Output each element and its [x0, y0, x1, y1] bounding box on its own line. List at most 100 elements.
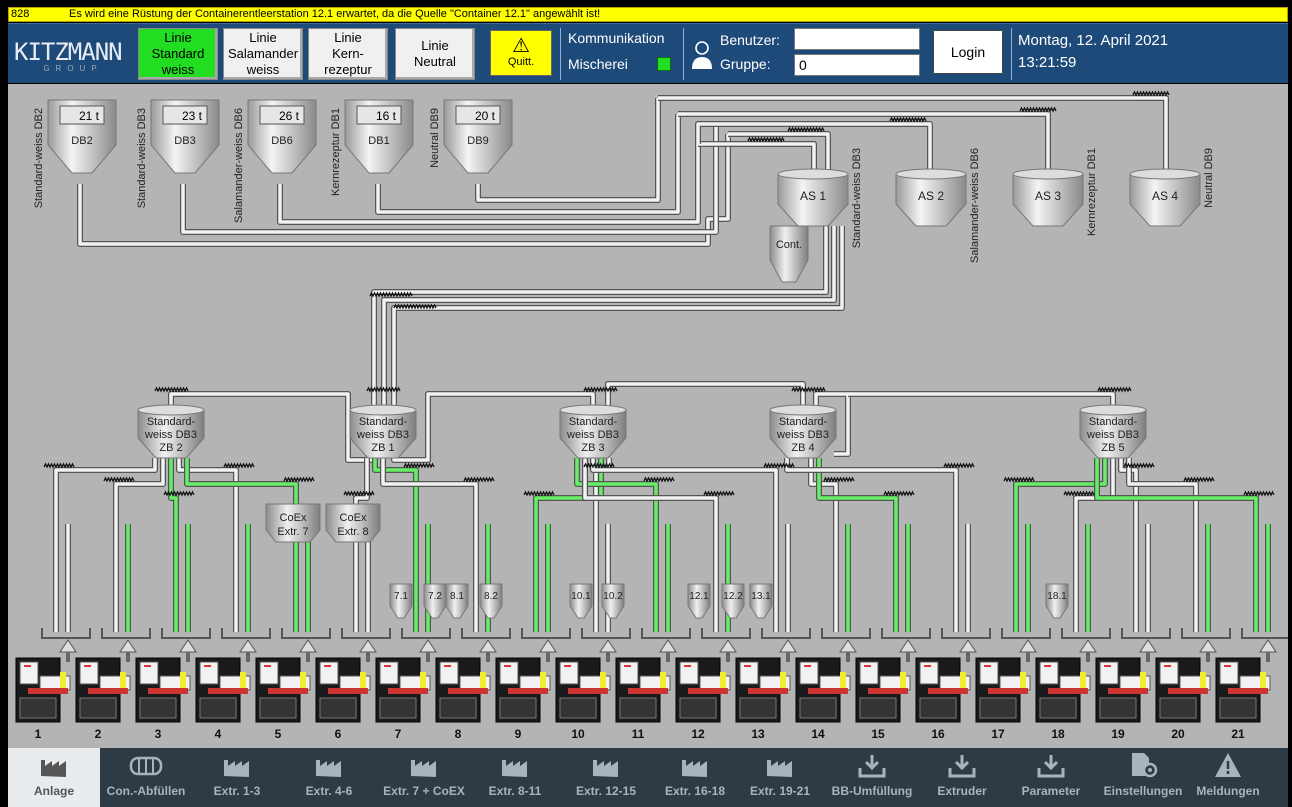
- nav-label: Extr. 1-3: [213, 784, 261, 798]
- nav-extr-4-6[interactable]: Extr. 4-6: [282, 748, 376, 807]
- daily-bin-zb3[interactable]: Standard-weiss DB3ZB 3: [559, 404, 627, 459]
- nav-parameter[interactable]: Parameter: [1004, 748, 1098, 807]
- daily-bin-text: ZB 5: [1101, 442, 1124, 454]
- extruder-number: 7: [395, 727, 402, 741]
- silo-level-value: 26 t: [279, 109, 300, 123]
- daily-bin-zb1[interactable]: Standard-weiss DB3ZB 1: [349, 404, 417, 459]
- factory-icon: [41, 760, 66, 777]
- small-container-label: 12.1: [689, 591, 709, 602]
- small-container-8-1[interactable]: 8.1: [445, 583, 469, 619]
- silo-label: DB6: [271, 135, 292, 147]
- communication-label: Kommunikation: [568, 30, 665, 46]
- small-container-label: 18.1: [1047, 591, 1067, 602]
- intermediate-silo-label: AS 3: [1035, 189, 1061, 203]
- nav-einstellungen[interactable]: Einstellungen: [1098, 748, 1188, 807]
- extruder-number: 6: [335, 727, 342, 741]
- extruder-number: 21: [1231, 727, 1245, 741]
- download-icon: [858, 755, 886, 778]
- alarm-line[interactable]: 828 Es wird eine Rüstung der Containerent…: [8, 7, 1288, 22]
- silo-db6[interactable]: 26 t DB6 Salamander-weiss DB6: [233, 99, 317, 223]
- silo-db2[interactable]: 21 t DB2 Standard-weiss DB2: [33, 99, 117, 208]
- logo-brand: KITZMANN: [14, 38, 123, 66]
- factory-icon: [411, 760, 436, 777]
- extruder-number: 1: [35, 727, 42, 741]
- nav-meldungen[interactable]: Meldungen: [1188, 748, 1268, 807]
- nav-extr-8-11[interactable]: Extr. 8-11: [472, 748, 558, 807]
- line-neutral-button[interactable]: Linie Neutral: [395, 28, 475, 80]
- nav-extr-16-18[interactable]: Extr. 16-18: [654, 748, 736, 807]
- small-container-label: 13.1: [751, 591, 771, 602]
- silo-db1[interactable]: 16 t DB1 Kernrezeptur DB1: [330, 99, 414, 196]
- factory-icon: [316, 760, 341, 777]
- alarm-text: Es wird eine Rüstung der Containerentlee…: [69, 8, 601, 20]
- line-kern-button[interactable]: Linie Kern- rezeptur: [308, 28, 388, 80]
- extruder-number: 8: [455, 727, 462, 741]
- small-container-13-1[interactable]: 13.1: [749, 583, 773, 619]
- intermediate-silo-label: AS 2: [918, 189, 944, 203]
- small-container-8-2[interactable]: 8.2: [479, 583, 503, 619]
- daily-bin-text: Standard-: [1089, 416, 1138, 428]
- daily-bin-zb2[interactable]: Standard-weiss DB3ZB 2: [137, 404, 205, 459]
- container-station[interactable]: Cont.: [769, 225, 809, 283]
- daily-bin-text: ZB 2: [159, 442, 182, 454]
- extruder-number: 19: [1111, 727, 1125, 741]
- small-container-label: 8.1: [450, 591, 464, 602]
- acknowledge-label: Quitt.: [507, 56, 535, 68]
- small-container-18-1[interactable]: 18.1: [1045, 583, 1069, 619]
- line-standard-button[interactable]: Linie Standard weiss: [138, 28, 218, 80]
- intermediate-silo-3[interactable]: AS 3 Kernrezeptur DB1: [1012, 148, 1098, 236]
- silo-material-label: Standard-weiss DB3: [136, 108, 148, 208]
- user-input[interactable]: [794, 28, 920, 50]
- user-label: Benutzer:: [720, 32, 780, 48]
- daily-bin-zb4[interactable]: Standard-weiss DB3ZB 4: [769, 404, 837, 459]
- silo-level-value: 21 t: [79, 109, 100, 123]
- nav-label: Parameter: [1021, 784, 1081, 798]
- daily-bin-text: weiss DB3: [1086, 429, 1139, 441]
- nav-extr-12-15[interactable]: Extr. 12-15: [558, 748, 654, 807]
- small-container-label: 10.1: [571, 591, 591, 602]
- nav-label: Extr. 7 + CoEX: [383, 784, 465, 798]
- acknowledge-button[interactable]: ⚠ Quitt.: [490, 30, 552, 76]
- nav-extr-1-3[interactable]: Extr. 1-3: [192, 748, 282, 807]
- extruder-21[interactable]: 21: [1215, 628, 1288, 741]
- daily-bin-text: Standard-: [569, 416, 618, 428]
- silo-label: DB3: [174, 135, 195, 147]
- mixer-label: Mischerei: [568, 56, 628, 72]
- daily-bin-text: Standard-: [359, 416, 408, 428]
- intermediate-silo-2[interactable]: AS 2 Salamander-weiss DB6: [895, 148, 981, 263]
- daily-bin-text: weiss DB3: [566, 429, 619, 441]
- factory-icon: [593, 760, 618, 777]
- silo-db9[interactable]: 20 t DB9 Neutral DB9: [429, 99, 513, 174]
- intermediate-silo-material-label: Neutral DB9: [1203, 148, 1215, 208]
- small-container-12-1[interactable]: 12.1: [687, 583, 711, 619]
- coex-tank-7[interactable]: CoEx Extr. 7: [265, 503, 321, 543]
- nav-extr-19-21[interactable]: Extr. 19-21: [736, 748, 824, 807]
- factory-icon: [682, 760, 707, 777]
- nav-extr-7-coex[interactable]: Extr. 7 + CoEX: [376, 748, 472, 807]
- line-salamander-button[interactable]: Linie Salamander weiss: [223, 28, 303, 80]
- daily-bin-text: weiss DB3: [144, 429, 197, 441]
- header: KITZMANN GROUP Linie Standard weiss Lini…: [8, 23, 1288, 83]
- time-display: 13:21:59: [1018, 54, 1077, 71]
- small-container-label: 7.1: [394, 591, 408, 602]
- intermediate-silo-label: AS 1: [800, 189, 826, 203]
- coex-label: CoEx: [280, 512, 307, 524]
- nav-label: Anlage: [33, 784, 74, 798]
- silo-db3[interactable]: 23 t DB3 Standard-weiss DB3: [136, 99, 220, 208]
- small-container-7-1[interactable]: 7.1: [389, 583, 413, 619]
- extruder-number: 16: [931, 727, 945, 741]
- user-icon: [692, 41, 712, 69]
- daily-bin-zb5[interactable]: Standard-weiss DB3ZB 5: [1079, 404, 1147, 459]
- plant-overview: 21 t DB2 Standard-weiss DB2 23 t DB3 Standard…: [8, 84, 1288, 748]
- extruder-number: 4: [215, 727, 222, 741]
- small-container-10-1[interactable]: 10.1: [569, 583, 593, 619]
- intermediate-silo-4[interactable]: AS 4 Neutral DB9: [1129, 148, 1215, 227]
- daily-bin-text: weiss DB3: [356, 429, 409, 441]
- nav-extruder[interactable]: Extruder: [920, 748, 1004, 807]
- coex-tank-8[interactable]: CoEx Extr. 8: [325, 503, 381, 543]
- nav-con-abf-llen[interactable]: Con.-Abfüllen: [100, 748, 192, 807]
- nav-anlage[interactable]: Anlage: [8, 748, 100, 807]
- group-input[interactable]: 0: [794, 54, 920, 76]
- login-button[interactable]: Login: [933, 30, 1003, 74]
- nav-bb-umf-llung[interactable]: BB-Umfüllung: [824, 748, 920, 807]
